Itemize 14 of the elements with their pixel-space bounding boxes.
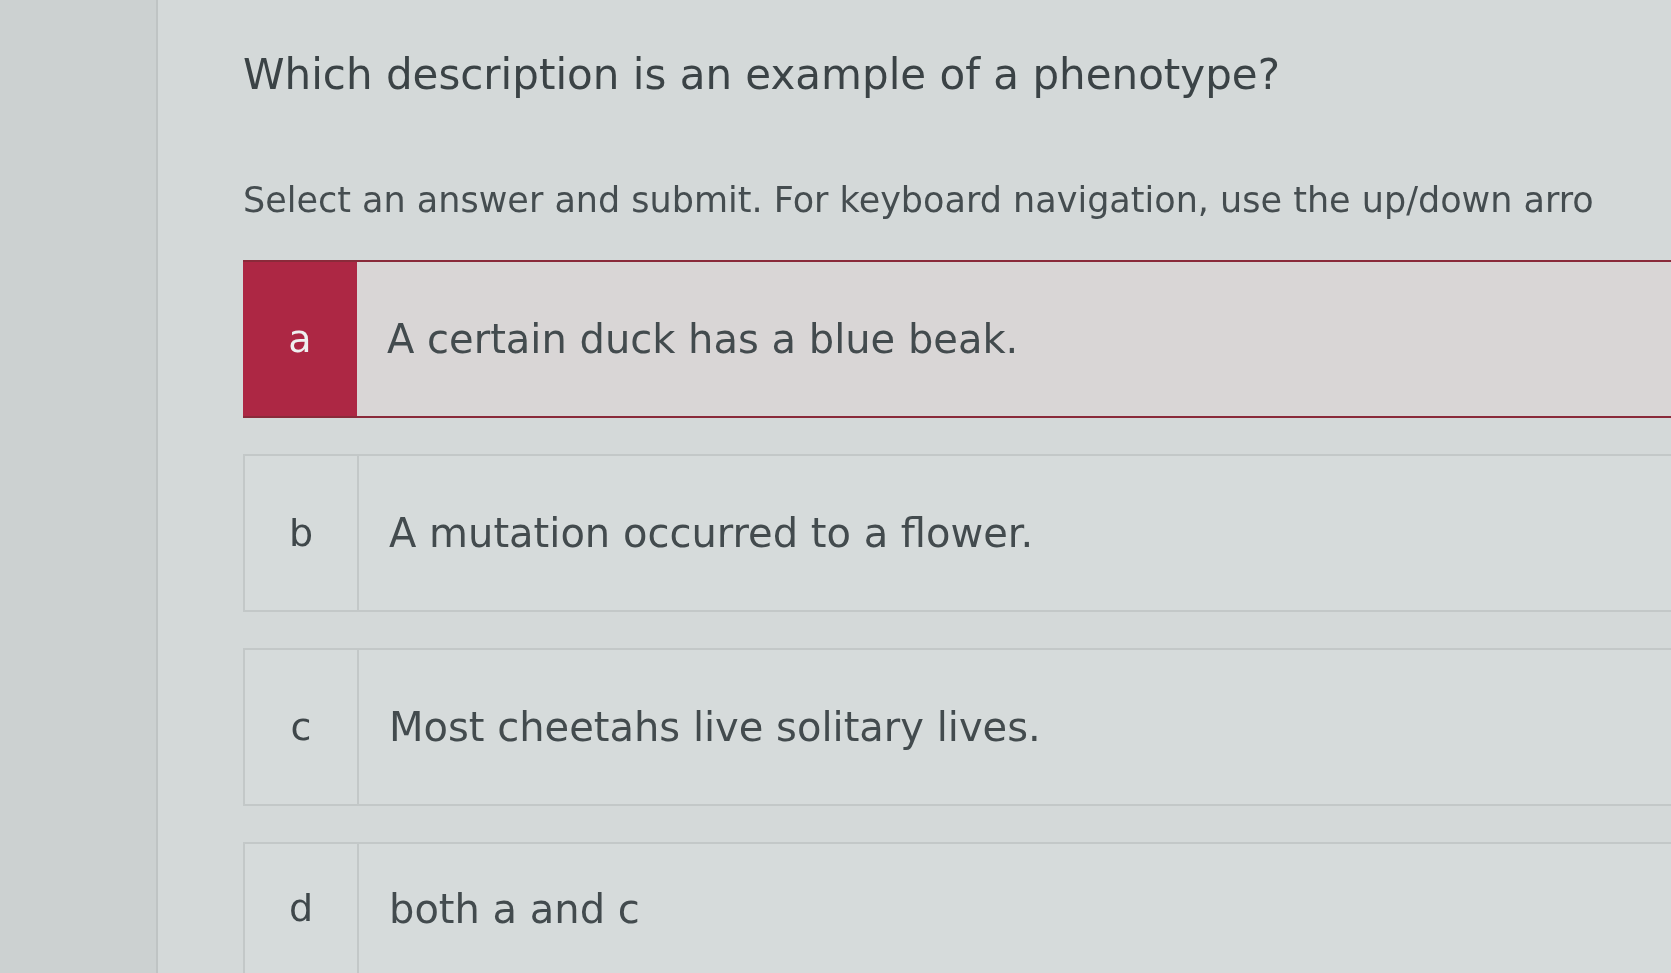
option-letter: c bbox=[245, 650, 359, 805]
answer-option[interactable]: b A mutation occurred to a flower. bbox=[243, 454, 1671, 613]
option-text: both a and c bbox=[389, 884, 640, 934]
instruction-text: Select an answer and submit. For keyboard navigation, use the up/down arro bbox=[243, 178, 1595, 222]
option-text: Most cheetahs live solitary lives. bbox=[389, 703, 1041, 753]
question-title: Which description is an example of a phenotype? bbox=[243, 49, 1281, 101]
option-letter: a bbox=[243, 262, 357, 417]
answer-option[interactable]: d both a and c bbox=[243, 842, 1671, 973]
answer-option[interactable]: a A certain duck has a blue beak. bbox=[243, 260, 1671, 419]
option-text: A mutation occurred to a flower. bbox=[389, 509, 1034, 559]
answer-option[interactable]: c Most cheetahs live solitary lives. bbox=[243, 648, 1671, 807]
option-text: A certain duck has a blue beak. bbox=[387, 315, 1019, 365]
option-letter: d bbox=[245, 844, 359, 973]
option-letter: b bbox=[245, 456, 359, 611]
